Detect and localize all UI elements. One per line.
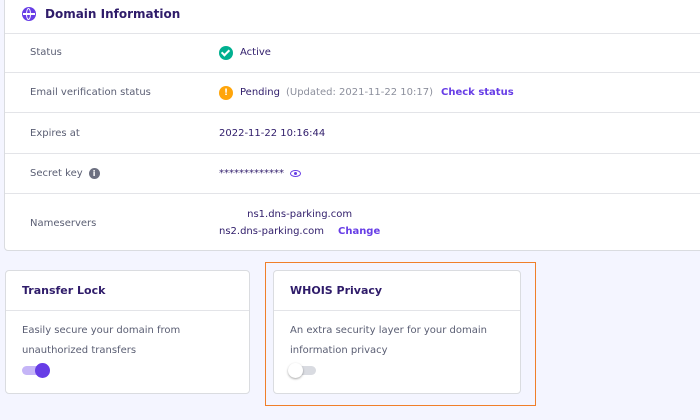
nameserver-1: ns1.dns-parking.com: [247, 209, 353, 220]
secret-key-value: *************: [219, 168, 301, 179]
whois-highlight-frame: [265, 262, 536, 406]
secret-key-label-group: Secret key i: [30, 168, 100, 179]
nameservers-value: ns1.dns-parking.com ns2.dns-parking.com …: [219, 209, 380, 237]
domain-information-header: Domain Information: [5, 0, 700, 34]
change-nameservers-link[interactable]: Change: [338, 226, 380, 237]
nameservers-row: Nameservers ns1.dns-parking.com ns2.dns-…: [5, 194, 700, 252]
transfer-lock-toggle[interactable]: [22, 363, 50, 378]
warning-icon: !: [219, 85, 233, 100]
email-verification-row: Email verification status ! Pending (Upd…: [5, 73, 700, 113]
expires-value: 2022-11-22 10:16:44: [219, 127, 326, 139]
domain-information-title: Domain Information: [45, 7, 181, 21]
check-status-link[interactable]: Check status: [441, 87, 514, 98]
transfer-lock-description: Easily secure your domain from unauthori…: [22, 325, 181, 356]
secret-key-label: Secret key: [30, 168, 83, 179]
eye-icon[interactable]: [290, 170, 301, 177]
globe-icon: [22, 7, 36, 21]
transfer-lock-card: Transfer Lock Easily secure your domain …: [5, 270, 250, 394]
email-updated-text: (Updated: 2021-11-22 10:17): [285, 87, 434, 98]
status-value: Active: [219, 45, 271, 60]
email-verification-value: ! Pending (Updated: 2021-11-22 10:17) Ch…: [219, 85, 514, 100]
domain-information-card: Domain Information Status Active Email v…: [4, 0, 700, 251]
status-row: Status Active: [5, 33, 700, 73]
nameserver-2: ns2.dns-parking.com: [219, 226, 324, 237]
secret-key-masked: *************: [219, 168, 284, 179]
check-circle-icon: [219, 45, 233, 60]
expires-row: Expires at 2022-11-22 10:16:44: [5, 113, 700, 154]
transfer-lock-title: Transfer Lock: [6, 271, 249, 311]
toggle-knob: [35, 363, 50, 378]
status-label: Status: [30, 47, 62, 58]
email-verification-label: Email verification status: [30, 87, 151, 98]
nameservers-label: Nameservers: [30, 217, 97, 229]
nameserver-2-line: ns2.dns-parking.com Change: [219, 226, 380, 237]
secret-key-row: Secret key i *************: [5, 154, 700, 194]
info-icon[interactable]: i: [88, 168, 100, 179]
status-text: Active: [240, 47, 271, 58]
email-status-text: Pending: [240, 87, 280, 98]
expires-label: Expires at: [30, 127, 80, 139]
